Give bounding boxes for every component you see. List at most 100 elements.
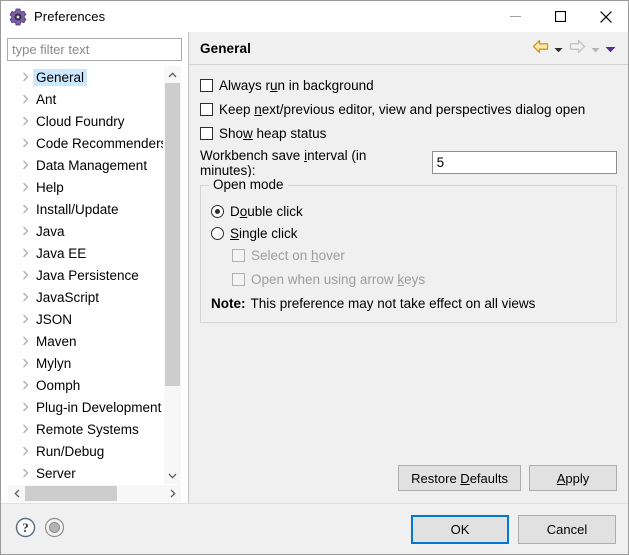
sidebar-item-javascript[interactable]: JavaScript: [8, 286, 163, 308]
minimize-button[interactable]: [493, 1, 538, 32]
vertical-scroll-thumb[interactable]: [165, 83, 180, 386]
scroll-down-arrow-icon[interactable]: [164, 467, 181, 484]
chevron-right-icon[interactable]: [18, 292, 33, 302]
sidebar-item-cloud-foundry[interactable]: Cloud Foundry: [8, 110, 163, 132]
chevron-right-icon[interactable]: [18, 204, 33, 214]
preferences-dialog: Preferences: [0, 0, 629, 555]
save-interval-input[interactable]: [432, 151, 617, 174]
sidebar-item-data-management[interactable]: Data Management: [8, 154, 163, 176]
sidebar-item-mylyn[interactable]: Mylyn: [8, 352, 163, 374]
apply-button[interactable]: Apply: [529, 465, 617, 491]
sidebar-item-java-persistence[interactable]: Java Persistence: [8, 264, 163, 286]
chevron-right-icon[interactable]: [18, 248, 33, 258]
tree-container: General Ant Cloud Foundr: [7, 65, 182, 503]
panel-body: Always run in background Keep next/previ…: [189, 65, 628, 503]
sidebar-item-remote-systems[interactable]: Remote Systems: [8, 418, 163, 440]
back-dropdown-button[interactable]: [551, 37, 566, 59]
radio-row-double-click[interactable]: Double click: [211, 200, 606, 222]
checkbox-label: Show heap status: [219, 126, 326, 141]
checkbox-open-when-using-arrow-keys: [232, 273, 245, 286]
restore-defaults-button[interactable]: Restore Defaults: [398, 465, 521, 491]
sidebar-item-label: Help: [33, 179, 67, 196]
chevron-right-icon[interactable]: [18, 138, 33, 148]
horizontal-scroll-track[interactable]: [25, 485, 164, 502]
checkbox-always-run-in-background[interactable]: [200, 79, 213, 92]
sidebar-item-label: Ant: [33, 91, 59, 108]
chevron-right-icon[interactable]: [18, 424, 33, 434]
chevron-right-icon[interactable]: [18, 402, 33, 412]
filter-input[interactable]: [7, 38, 182, 61]
back-button[interactable]: [529, 37, 551, 59]
preferences-tree[interactable]: General Ant Cloud Foundr: [8, 66, 163, 484]
radio-row-single-click[interactable]: Single click: [211, 222, 606, 244]
sidebar-item-install-update[interactable]: Install/Update: [8, 198, 163, 220]
scroll-right-arrow-icon[interactable]: [164, 485, 181, 502]
panel-action-buttons: Restore Defaults Apply: [398, 465, 617, 491]
checkbox-label: Select on hover: [251, 248, 345, 263]
chevron-right-icon[interactable]: [18, 468, 33, 478]
scroll-left-arrow-icon[interactable]: [8, 485, 25, 502]
horizontal-scroll-thumb[interactable]: [25, 486, 117, 501]
sidebar-item-json[interactable]: JSON: [8, 308, 163, 330]
maximize-button[interactable]: [538, 1, 583, 32]
close-button[interactable]: [583, 1, 628, 32]
chevron-right-icon[interactable]: [18, 116, 33, 126]
checkbox-row-always-run-in-background[interactable]: Always run in background: [200, 74, 617, 96]
tree-horizontal-scrollbar[interactable]: [8, 484, 181, 502]
sidebar-item-oomph[interactable]: Oomph: [8, 374, 163, 396]
checkbox-select-on-hover: [232, 249, 245, 262]
radio-single-click[interactable]: [211, 227, 224, 240]
chevron-right-icon[interactable]: [18, 182, 33, 192]
sidebar-item-plug-in-development[interactable]: Plug-in Development: [8, 396, 163, 418]
sidebar-item-label: JSON: [33, 311, 75, 328]
cancel-button[interactable]: Cancel: [518, 515, 616, 544]
apply-label: Apply: [557, 471, 590, 486]
panel-header: General: [189, 32, 628, 65]
chevron-right-icon[interactable]: [18, 336, 33, 346]
radio-double-click[interactable]: [211, 205, 224, 218]
sidebar-item-label: Mylyn: [33, 355, 74, 372]
sidebar-item-java-ee[interactable]: Java EE: [8, 242, 163, 264]
back-arrow-icon: [532, 39, 549, 57]
checkbox-label: Always run in background: [219, 78, 374, 93]
sidebar-item-maven[interactable]: Maven: [8, 330, 163, 352]
checkbox-row-select-on-hover: Select on hover: [211, 244, 606, 266]
scroll-up-arrow-icon[interactable]: [164, 66, 181, 83]
circle-button-icon[interactable]: [44, 517, 65, 541]
maximize-icon: [555, 11, 566, 22]
help-question-icon[interactable]: ?: [15, 517, 36, 541]
dialog-body: General Ant Cloud Foundr: [1, 32, 628, 503]
sidebar-item-run-debug[interactable]: Run/Debug: [8, 440, 163, 462]
checkbox-row-show-heap-status[interactable]: Show heap status: [200, 122, 617, 144]
chevron-right-icon[interactable]: [18, 358, 33, 368]
sidebar-item-server[interactable]: Server: [8, 462, 163, 484]
chevron-right-icon[interactable]: [18, 160, 33, 170]
sidebar-item-help[interactable]: Help: [8, 176, 163, 198]
chevron-right-icon[interactable]: [18, 94, 33, 104]
forward-arrow-icon: [569, 39, 586, 57]
minimize-icon: [510, 11, 521, 22]
note-text: This preference may not take effect on a…: [251, 296, 536, 311]
checkbox-row-keep-next-previous-editor[interactable]: Keep next/previous editor, view and pers…: [200, 98, 617, 120]
sidebar-item-general[interactable]: General: [8, 66, 163, 88]
sidebar-item-code-recommenders[interactable]: Code Recommenders: [8, 132, 163, 154]
chevron-right-icon[interactable]: [18, 226, 33, 236]
dialog-footer: ? OK Cancel: [1, 503, 628, 554]
chevron-right-icon[interactable]: [18, 314, 33, 324]
view-menu-button[interactable]: [603, 37, 618, 59]
sidebar-item-label: Java: [33, 223, 68, 240]
open-mode-note: Note: This preference may not take effec…: [211, 292, 606, 314]
chevron-right-icon[interactable]: [18, 72, 33, 82]
sidebar-item-ant[interactable]: Ant: [8, 88, 163, 110]
checkbox-keep-next-previous-editor[interactable]: [200, 103, 213, 116]
chevron-right-icon[interactable]: [18, 380, 33, 390]
vertical-scroll-track[interactable]: [164, 83, 181, 467]
sidebar-item-java[interactable]: Java: [8, 220, 163, 242]
chevron-right-icon[interactable]: [18, 270, 33, 280]
tree-vertical-scrollbar[interactable]: [163, 66, 181, 484]
checkbox-show-heap-status[interactable]: [200, 127, 213, 140]
title-bar: Preferences: [1, 1, 628, 32]
ok-button[interactable]: OK: [411, 515, 509, 544]
chevron-right-icon[interactable]: [18, 446, 33, 456]
radio-label: Double click: [230, 204, 303, 219]
